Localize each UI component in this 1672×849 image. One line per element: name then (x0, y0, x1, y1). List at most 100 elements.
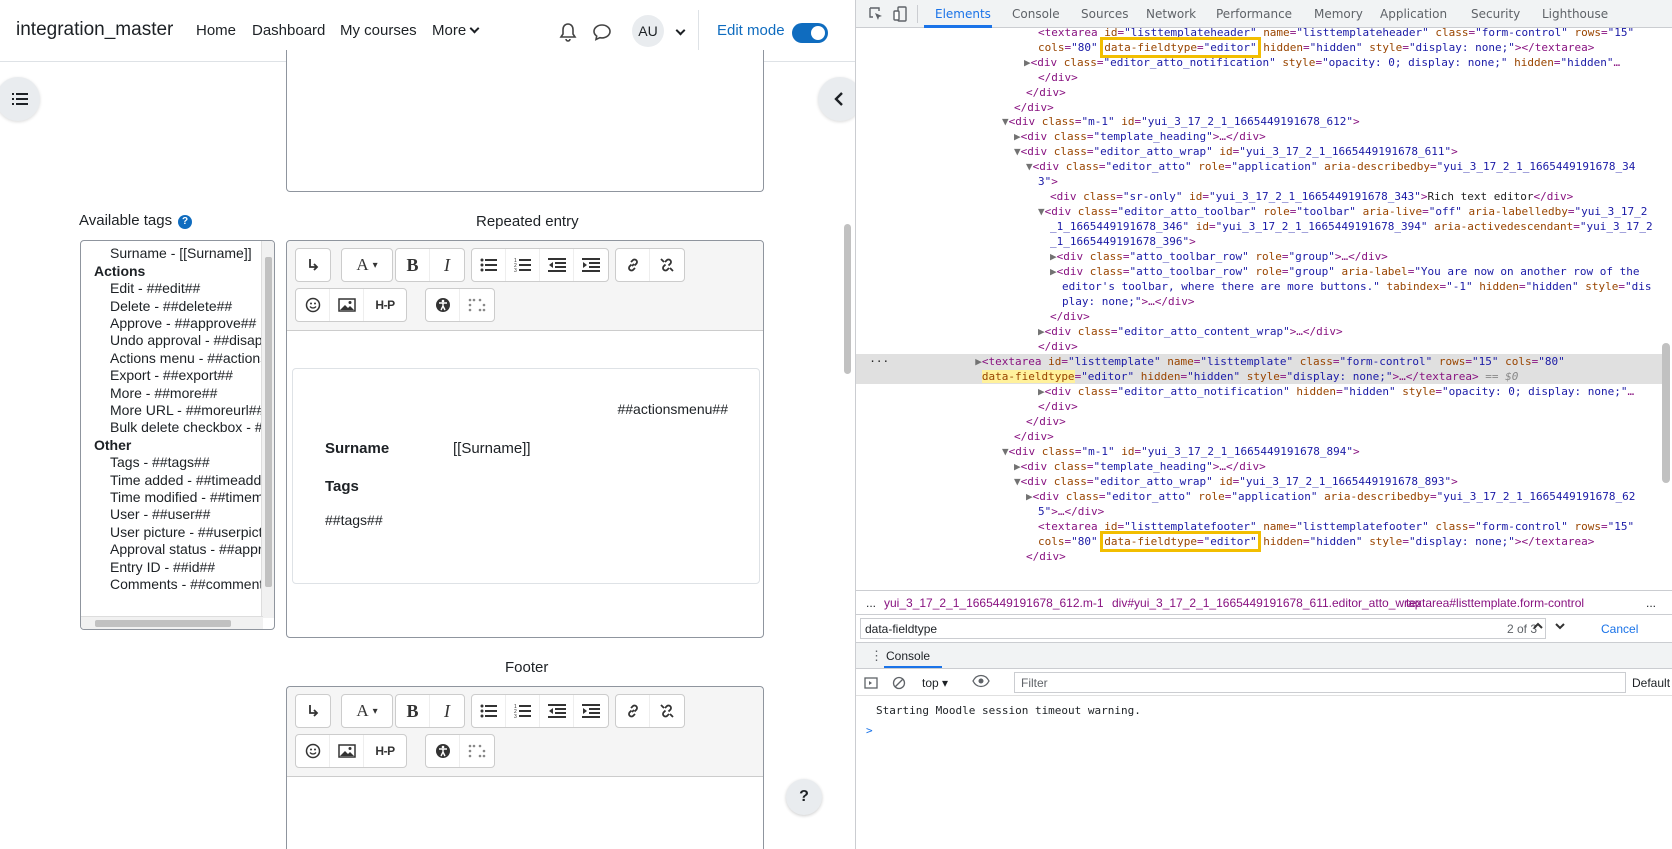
nav-home[interactable]: Home (196, 22, 236, 39)
collapse-toolbar-icon[interactable] (296, 249, 330, 281)
outdent-icon[interactable] (540, 249, 574, 281)
tags-vertical-scrollbar[interactable] (261, 241, 274, 618)
site-brand[interactable]: integration_master (16, 19, 173, 41)
tag-option[interactable]: User picture - ##userpicture## (110, 524, 274, 540)
outdent-icon[interactable] (540, 695, 574, 727)
edit-mode-toggle[interactable] (792, 23, 828, 43)
available-tags-list[interactable]: Comments - ##comments## Entry ID - ##id##… (80, 240, 275, 630)
dom-line[interactable]: ▼<div class="m-1" id="yui_3_17_2_1_16654… (1002, 444, 1360, 459)
indent-icon[interactable] (574, 695, 608, 727)
search-next-icon[interactable] (1554, 620, 1570, 636)
tab-security[interactable]: Security (1471, 7, 1520, 21)
unordered-list-icon[interactable] (472, 249, 506, 281)
breadcrumb-overflow[interactable]: ... (1646, 596, 1656, 610)
italic-icon[interactable]: I (430, 249, 464, 281)
breadcrumb-item[interactable]: textarea#listtemplate.form-control (1406, 596, 1584, 610)
nav-my-courses[interactable]: My courses (340, 22, 417, 39)
device-toolbar-icon[interactable] (893, 6, 909, 26)
breadcrumb-overflow[interactable]: ... (866, 596, 876, 610)
dom-line[interactable]: ▶<div class="atto_toolbar_row" role="gro… (1050, 249, 1388, 264)
dom-line[interactable]: </div> (1038, 70, 1078, 85)
dom-line[interactable]: cols="80" data-fieldtype="editor" hidden… (1038, 531, 1594, 552)
dom-line[interactable]: ▶<div class="template_heading">…</div> (1014, 129, 1266, 144)
unlink-icon[interactable] (650, 695, 684, 727)
emoji-icon[interactable] (296, 289, 330, 321)
dom-line[interactable]: </div> (1038, 339, 1078, 354)
course-index-drawer-button[interactable] (0, 77, 40, 121)
h5p-icon[interactable]: H-P (364, 289, 406, 321)
breadcrumb-item[interactable]: yui_3_17_2_1_1665449191678_612.m-1 (884, 596, 1104, 610)
tag-option[interactable]: Time modified - ##timemodified## (110, 489, 274, 505)
search-prev-icon[interactable] (1532, 620, 1548, 636)
tag-option[interactable]: Bulk delete checkbox - ##delcheck## (110, 419, 274, 435)
unlink-icon[interactable] (650, 249, 684, 281)
notification-bell-icon[interactable] (559, 22, 579, 42)
tab-console[interactable]: Console (1012, 7, 1060, 21)
dom-line[interactable]: editor's toolbar, where there are more b… (1062, 279, 1651, 294)
dom-line[interactable]: _1_1665449191678_346" id="yui_3_17_2_1_1… (1050, 219, 1653, 234)
tab-memory[interactable]: Memory (1314, 7, 1363, 21)
dom-line[interactable]: ▼<div class="editor_atto" role="applicat… (1026, 159, 1635, 174)
ordered-list-icon[interactable]: 123 (506, 249, 540, 281)
image-icon[interactable] (330, 289, 364, 321)
drawer-menu-icon[interactable]: ⋮ (870, 648, 883, 664)
dom-line[interactable]: </div> (1014, 429, 1054, 444)
tags-hscroll-thumb[interactable] (95, 620, 231, 627)
dom-line-selected[interactable]: ··· ▶<textarea id="listtemplate" name="l… (856, 354, 1666, 369)
accessibility-checker-icon[interactable] (426, 735, 460, 767)
dom-line[interactable]: ▼<div class="editor_atto_wrap" id="yui_3… (1014, 144, 1458, 159)
link-icon[interactable] (616, 695, 650, 727)
inspect-element-icon[interactable] (868, 6, 884, 26)
screenreader-helper-icon[interactable] (460, 735, 494, 767)
tag-option[interactable]: Export - ##export## (110, 367, 233, 383)
dom-line-selected[interactable]: data-fieldtype="editor" hidden="hidden" … (856, 369, 1666, 384)
tag-option[interactable]: Surname - [[Surname]] (110, 245, 252, 261)
dom-line[interactable]: <textarea id="listtemplateheader" name="… (1038, 28, 1634, 40)
nav-dashboard[interactable]: Dashboard (252, 22, 325, 39)
dom-line[interactable]: _1_1665449191678_396"> (1050, 234, 1196, 249)
block-drawer-button[interactable] (818, 77, 855, 121)
dom-line[interactable]: </div> (1026, 414, 1066, 429)
tab-performance[interactable]: Performance (1216, 7, 1292, 21)
tag-option[interactable]: Undo approval - ##disapprove## (110, 332, 274, 348)
page-scrollbar-thumb[interactable] (844, 224, 851, 374)
dom-line[interactable]: play: none;">…</div> (1062, 294, 1194, 309)
tab-sources[interactable]: Sources (1081, 7, 1128, 21)
dom-line[interactable]: </div> (1026, 85, 1066, 100)
dom-line[interactable]: ▶<div class="atto_toolbar_row" role="gro… (1050, 264, 1639, 279)
tab-application[interactable]: Application (1380, 7, 1447, 21)
dom-line[interactable]: <textarea id="listtemplatefooter" name="… (1038, 519, 1634, 534)
dom-line[interactable]: 3"> (1038, 174, 1058, 189)
italic-icon[interactable]: I (430, 695, 464, 727)
tag-option[interactable]: More URL - ##moreurl## (110, 402, 264, 418)
dom-line[interactable]: 5">…</div> (1038, 504, 1104, 519)
dom-line[interactable]: <div class="sr-only" id="yui_3_17_2_1_16… (1050, 189, 1573, 204)
tag-option[interactable]: Tags - ##tags## (110, 454, 210, 470)
nav-more[interactable]: More (432, 22, 480, 39)
tag-option[interactable]: Comments - ##comments## (110, 576, 274, 592)
dom-line[interactable]: </div> (1050, 309, 1090, 324)
indent-icon[interactable] (574, 249, 608, 281)
dom-line[interactable]: cols="80" data-fieldtype="editor" hidden… (1038, 37, 1594, 58)
unordered-list-icon[interactable] (472, 695, 506, 727)
ordered-list-icon[interactable]: 123 (506, 695, 540, 727)
header-editor-content[interactable] (286, 50, 764, 192)
dom-line[interactable]: ▶<div class="editor_atto_notification" s… (1024, 55, 1620, 70)
console-prompt[interactable]: > (866, 724, 873, 737)
dom-line[interactable]: </div> (1026, 549, 1066, 564)
console-filter-input[interactable]: Filter (1014, 672, 1626, 693)
font-style-icon[interactable]: A ▾ (342, 249, 392, 281)
search-cancel-button[interactable]: Cancel (1601, 622, 1638, 636)
image-icon[interactable] (330, 735, 364, 767)
dom-line[interactable]: ▶<div class="template_heading">…</div> (1014, 459, 1266, 474)
breadcrumb-item[interactable]: div#yui_3_17_2_1_1665449191678_611.edito… (1112, 596, 1421, 610)
tag-option[interactable]: Actions menu - ##actionsmenu## (110, 350, 274, 366)
link-icon[interactable] (616, 249, 650, 281)
user-avatar[interactable]: AU (632, 15, 664, 47)
help-icon[interactable]: ? (178, 215, 192, 229)
tag-option[interactable]: More - ##more## (110, 385, 217, 401)
dom-line[interactable]: ▶<div class="editor_atto_content_wrap">…… (1038, 324, 1343, 339)
entry-template-preview[interactable]: ##actionsmenu## Surname [[Surname]] Tags… (292, 368, 760, 584)
dom-line[interactable]: </div> (1038, 399, 1078, 414)
tags-vscroll-thumb[interactable] (265, 257, 272, 587)
